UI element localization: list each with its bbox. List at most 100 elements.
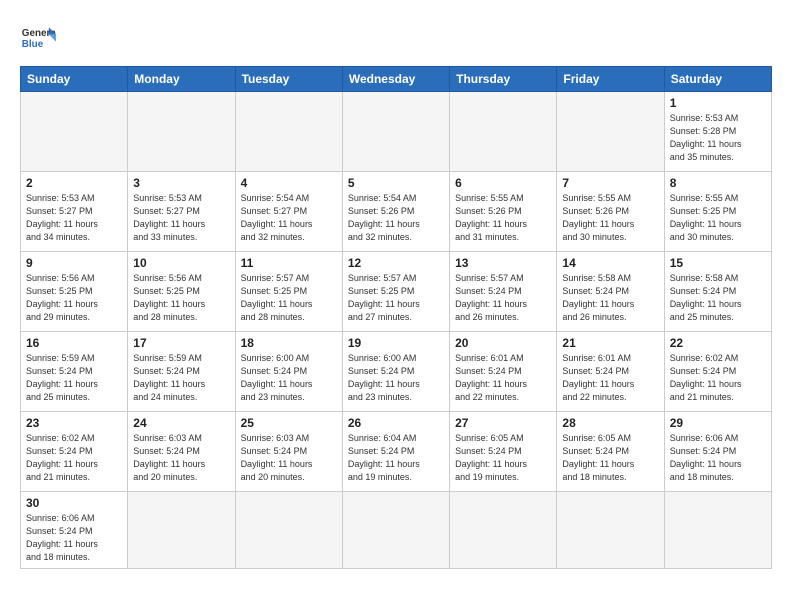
calendar-day-cell: 10 Sunrise: 5:56 AM Sunset: 5:25 PM Dayli… [128,252,235,332]
day-info: Sunrise: 5:59 AM Sunset: 5:24 PM Dayligh… [26,352,122,404]
calendar-day-cell [342,92,449,172]
calendar-day-cell: 6 Sunrise: 5:55 AM Sunset: 5:26 PM Daylig… [450,172,557,252]
calendar-day-cell: 30 Sunrise: 6:06 AM Sunset: 5:24 PM Dayli… [21,492,128,569]
calendar-day-cell [450,92,557,172]
weekday-header-saturday: Saturday [664,67,771,92]
day-info: Sunrise: 6:00 AM Sunset: 5:24 PM Dayligh… [241,352,337,404]
day-number: 25 [241,416,337,430]
weekday-header-thursday: Thursday [450,67,557,92]
calendar-day-cell: 18 Sunrise: 6:00 AM Sunset: 5:24 PM Dayli… [235,332,342,412]
calendar-week-row: 9 Sunrise: 5:56 AM Sunset: 5:25 PM Daylig… [21,252,772,332]
calendar-day-cell: 11 Sunrise: 5:57 AM Sunset: 5:25 PM Dayli… [235,252,342,332]
day-number: 8 [670,176,766,190]
day-info: Sunrise: 5:53 AM Sunset: 5:27 PM Dayligh… [133,192,229,244]
day-number: 21 [562,336,658,350]
calendar-day-cell: 13 Sunrise: 5:57 AM Sunset: 5:24 PM Dayli… [450,252,557,332]
day-info: Sunrise: 6:03 AM Sunset: 5:24 PM Dayligh… [241,432,337,484]
calendar-day-cell [342,492,449,569]
day-number: 5 [348,176,444,190]
day-info: Sunrise: 6:00 AM Sunset: 5:24 PM Dayligh… [348,352,444,404]
day-info: Sunrise: 5:57 AM Sunset: 5:25 PM Dayligh… [241,272,337,324]
day-number: 18 [241,336,337,350]
calendar-day-cell: 12 Sunrise: 5:57 AM Sunset: 5:25 PM Dayli… [342,252,449,332]
weekday-header-sunday: Sunday [21,67,128,92]
day-number: 6 [455,176,551,190]
day-info: Sunrise: 5:56 AM Sunset: 5:25 PM Dayligh… [133,272,229,324]
day-info: Sunrise: 6:05 AM Sunset: 5:24 PM Dayligh… [455,432,551,484]
day-number: 27 [455,416,551,430]
calendar-day-cell [21,92,128,172]
day-number: 28 [562,416,658,430]
weekday-header-wednesday: Wednesday [342,67,449,92]
calendar-day-cell: 28 Sunrise: 6:05 AM Sunset: 5:24 PM Dayli… [557,412,664,492]
calendar-day-cell [235,492,342,569]
calendar-day-cell: 2Sunrise: 5:53 AM Sunset: 5:27 PM Daylig… [21,172,128,252]
calendar-day-cell: 25 Sunrise: 6:03 AM Sunset: 5:24 PM Dayli… [235,412,342,492]
day-info: Sunrise: 6:01 AM Sunset: 5:24 PM Dayligh… [562,352,658,404]
day-number: 10 [133,256,229,270]
calendar-day-cell: 16 Sunrise: 5:59 AM Sunset: 5:24 PM Dayli… [21,332,128,412]
day-info: Sunrise: 5:57 AM Sunset: 5:24 PM Dayligh… [455,272,551,324]
day-number: 1 [670,96,766,110]
calendar-day-cell [128,92,235,172]
calendar-day-cell: 14Sunrise: 5:58 AM Sunset: 5:24 PM Dayli… [557,252,664,332]
day-info: Sunrise: 5:57 AM Sunset: 5:25 PM Dayligh… [348,272,444,324]
day-info: Sunrise: 5:53 AM Sunset: 5:27 PM Dayligh… [26,192,122,244]
day-info: Sunrise: 5:55 AM Sunset: 5:26 PM Dayligh… [562,192,658,244]
calendar-day-cell: 9 Sunrise: 5:56 AM Sunset: 5:25 PM Daylig… [21,252,128,332]
day-number: 15 [670,256,766,270]
calendar-day-cell [128,492,235,569]
day-number: 24 [133,416,229,430]
day-info: Sunrise: 6:06 AM Sunset: 5:24 PM Dayligh… [26,512,122,564]
day-number: 3 [133,176,229,190]
day-info: Sunrise: 6:05 AM Sunset: 5:24 PM Dayligh… [562,432,658,484]
calendar-day-cell: 22 Sunrise: 6:02 AM Sunset: 5:24 PM Dayli… [664,332,771,412]
calendar-day-cell [450,492,557,569]
day-info: Sunrise: 5:59 AM Sunset: 5:24 PM Dayligh… [133,352,229,404]
day-info: Sunrise: 5:56 AM Sunset: 5:25 PM Dayligh… [26,272,122,324]
calendar-day-cell: 23 Sunrise: 6:02 AM Sunset: 5:24 PM Dayli… [21,412,128,492]
calendar-table: SundayMondayTuesdayWednesdayThursdayFrid… [20,66,772,569]
day-number: 16 [26,336,122,350]
logo: General Blue [20,20,56,56]
day-number: 22 [670,336,766,350]
calendar-day-cell: 3 Sunrise: 5:53 AM Sunset: 5:27 PM Daylig… [128,172,235,252]
day-info: Sunrise: 5:58 AM Sunset: 5:24 PM Dayligh… [670,272,766,324]
day-info: Sunrise: 5:53 AM Sunset: 5:28 PM Dayligh… [670,112,766,164]
day-number: 4 [241,176,337,190]
calendar-week-row: 2Sunrise: 5:53 AM Sunset: 5:27 PM Daylig… [21,172,772,252]
calendar-day-cell: 1 Sunrise: 5:53 AM Sunset: 5:28 PM Daylig… [664,92,771,172]
day-number: 23 [26,416,122,430]
day-number: 9 [26,256,122,270]
day-number: 26 [348,416,444,430]
day-number: 11 [241,256,337,270]
weekday-header-friday: Friday [557,67,664,92]
calendar-day-cell: 21 Sunrise: 6:01 AM Sunset: 5:24 PM Dayli… [557,332,664,412]
page-header: General Blue [20,20,772,56]
calendar-day-cell: 15 Sunrise: 5:58 AM Sunset: 5:24 PM Dayli… [664,252,771,332]
calendar-week-row: 30 Sunrise: 6:06 AM Sunset: 5:24 PM Dayli… [21,492,772,569]
svg-text:Blue: Blue [22,39,44,50]
day-info: Sunrise: 5:55 AM Sunset: 5:25 PM Dayligh… [670,192,766,244]
calendar-header-row: SundayMondayTuesdayWednesdayThursdayFrid… [21,67,772,92]
day-number: 12 [348,256,444,270]
calendar-day-cell: 5Sunrise: 5:54 AM Sunset: 5:26 PM Daylig… [342,172,449,252]
day-info: Sunrise: 6:04 AM Sunset: 5:24 PM Dayligh… [348,432,444,484]
calendar-day-cell: 7Sunrise: 5:55 AM Sunset: 5:26 PM Daylig… [557,172,664,252]
day-number: 13 [455,256,551,270]
day-info: Sunrise: 6:02 AM Sunset: 5:24 PM Dayligh… [670,352,766,404]
calendar-day-cell: 27 Sunrise: 6:05 AM Sunset: 5:24 PM Dayli… [450,412,557,492]
day-info: Sunrise: 6:06 AM Sunset: 5:24 PM Dayligh… [670,432,766,484]
day-number: 30 [26,496,122,510]
calendar-day-cell [557,492,664,569]
calendar-week-row: 23 Sunrise: 6:02 AM Sunset: 5:24 PM Dayli… [21,412,772,492]
day-info: Sunrise: 5:55 AM Sunset: 5:26 PM Dayligh… [455,192,551,244]
day-info: Sunrise: 6:03 AM Sunset: 5:24 PM Dayligh… [133,432,229,484]
calendar-day-cell: 26 Sunrise: 6:04 AM Sunset: 5:24 PM Dayli… [342,412,449,492]
day-info: Sunrise: 6:01 AM Sunset: 5:24 PM Dayligh… [455,352,551,404]
weekday-header-monday: Monday [128,67,235,92]
day-info: Sunrise: 6:02 AM Sunset: 5:24 PM Dayligh… [26,432,122,484]
day-info: Sunrise: 5:54 AM Sunset: 5:27 PM Dayligh… [241,192,337,244]
day-number: 17 [133,336,229,350]
calendar-day-cell: 8 Sunrise: 5:55 AM Sunset: 5:25 PM Daylig… [664,172,771,252]
